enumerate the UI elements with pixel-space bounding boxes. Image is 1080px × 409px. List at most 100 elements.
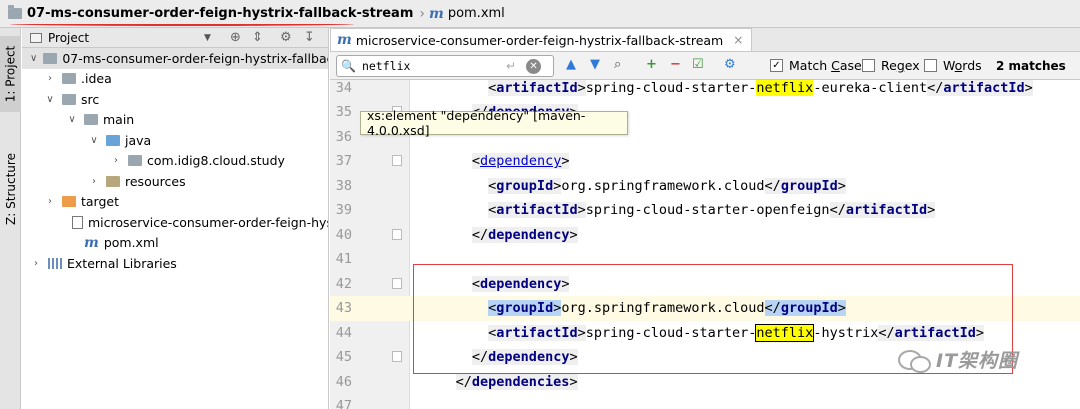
regex-checkbox[interactable]: Regex	[862, 58, 920, 73]
tag-name: dependencies	[471, 374, 570, 390]
tag-bracket: </	[927, 80, 944, 96]
tree-item[interactable]: › com.idig8.cloud.study	[22, 151, 328, 172]
gear-icon[interactable]: ⚙	[724, 57, 736, 72]
project-panel-title[interactable]: Project	[48, 31, 89, 45]
xml-open-tag: </dependencies>	[455, 374, 578, 390]
fold-marker-icon[interactable]	[392, 155, 402, 166]
folder-blue-icon	[43, 52, 58, 64]
watermark-text: IT架构圈	[936, 350, 1019, 372]
line-number: 41	[335, 251, 352, 267]
breadcrumb-file-label: pom.xml	[447, 6, 505, 21]
folder-java-icon	[106, 134, 120, 146]
code-line[interactable]: 39 <artifactId>spring-cloud-starter-openf…	[330, 198, 1080, 223]
element-tooltip: xs:element "dependency" [maven-4.0.0.xsd…	[360, 108, 628, 138]
find-all-icon[interactable]: ⌕	[614, 57, 621, 72]
select-all-occurrences-icon[interactable]: ☑	[692, 57, 704, 72]
line-number: 44	[335, 325, 352, 341]
tree-item-label: resources	[125, 173, 186, 189]
chevron-down-icon[interactable]: ▼	[204, 33, 211, 43]
match-case-checkbox[interactable]: ✓ Match Case	[770, 58, 862, 73]
tree-item[interactable]: ∨ main	[22, 110, 328, 131]
search-input[interactable]	[361, 59, 502, 73]
remove-selection-icon[interactable]: −	[670, 57, 681, 72]
tree-item[interactable]: › External Libraries	[22, 253, 328, 274]
tree-item[interactable]: m pom.xml	[22, 233, 328, 254]
chevron-right-icon[interactable]: ›	[30, 258, 42, 269]
chevron-down-icon[interactable]: ∨	[44, 94, 56, 105]
tag-name: dependency	[488, 227, 570, 243]
code-line[interactable]: 37 <dependency>	[330, 149, 1080, 174]
fold-marker-icon[interactable]	[392, 278, 402, 289]
tree-item[interactable]: microservice-consumer-order-feign-hystri…	[22, 212, 328, 233]
search-icon[interactable]: 🔍	[341, 59, 356, 73]
chevron-right-icon[interactable]: ›	[44, 196, 56, 207]
newline-icon[interactable]: ↵	[506, 59, 516, 73]
project-panel-header: Project ▼ ⊕ ⇕ ⚙ ↧	[22, 28, 328, 48]
add-selection-icon[interactable]: +	[646, 57, 657, 72]
code-line[interactable]: 38 <groupId>org.springframework.cloud</gr…	[330, 174, 1080, 199]
tag-bracket: </	[471, 227, 489, 243]
element-text: spring-cloud-starter-	[585, 80, 757, 96]
target-icon[interactable]: ⊕	[230, 30, 241, 45]
tree-item[interactable]: ∨ java	[22, 130, 328, 151]
project-panel: Project ▼ ⊕ ⇕ ⚙ ↧ ∨ 07-ms-consumer-order-…	[22, 28, 329, 409]
chevron-right-icon[interactable]: ›	[110, 155, 122, 166]
line-number: 35	[335, 104, 352, 120]
line-number: 37	[335, 153, 352, 169]
chevron-right-icon[interactable]: ›	[44, 73, 56, 84]
tree-item[interactable]: ∨ src	[22, 89, 328, 110]
tree-item[interactable]: ∨ 07-ms-consumer-order-feign-hystrix-fall…	[22, 48, 328, 69]
breadcrumb-file[interactable]: m pom.xml	[429, 0, 505, 28]
code-text: <dependency>	[471, 153, 570, 169]
fold-marker-icon[interactable]	[392, 229, 402, 240]
editor-tab-bar: m microservice-consumer-order-feign-hyst…	[330, 28, 1080, 52]
chevron-down-icon[interactable]: ∨	[88, 135, 100, 146]
tag-bracket: >	[569, 227, 578, 243]
tree-item[interactable]: › target	[22, 192, 328, 213]
gear-icon[interactable]: ⚙	[280, 30, 292, 45]
xml-open-tag: <dependency>	[471, 153, 570, 169]
chevron-down-icon[interactable]: ∨	[66, 114, 78, 125]
line-number: 47	[335, 398, 352, 409]
tree-item[interactable]: › resources	[22, 171, 328, 192]
code-line[interactable]: 40 </dependency>	[330, 223, 1080, 248]
left-tool-strip: 1: Project Z: Structure	[0, 28, 21, 409]
editor-tab-pom[interactable]: m microservice-consumer-order-feign-hyst…	[330, 28, 753, 51]
tag-bracket: >	[577, 80, 586, 96]
xml-close-tag: </groupId>	[764, 178, 846, 194]
find-bar: 🔍 ↵ ✕ ▲ ▼ ⌕ + − ☑ ⚙ ✓ Match Case Regex W…	[330, 52, 1080, 80]
tag-name: artifactId	[845, 202, 928, 218]
fold-marker-icon[interactable]	[392, 351, 402, 362]
chevron-right-icon[interactable]: ›	[88, 176, 100, 187]
clear-search-icon[interactable]: ✕	[526, 58, 542, 74]
tree-item-label: microservice-consumer-order-feign-hystri…	[88, 214, 328, 230]
libs-icon	[48, 257, 62, 269]
previous-occurrence-icon[interactable]: ▲	[566, 57, 576, 72]
code-text: <artifactId>spring-cloud-starter-openfei…	[488, 202, 936, 218]
regex-label: Regex	[881, 58, 920, 73]
element-text: -eureka-client	[813, 80, 928, 96]
code-text: <groupId>org.springframework.cloud</grou…	[488, 178, 846, 194]
tag-bracket: >	[1024, 80, 1033, 96]
element-text: org.springframework.cloud	[561, 178, 765, 194]
breadcrumb-separator: ›	[419, 5, 425, 22]
code-line[interactable]: 47	[330, 394, 1080, 409]
project-tree: ∨ 07-ms-consumer-order-feign-hystrix-fall…	[22, 48, 328, 274]
words-checkbox[interactable]: Words	[924, 58, 982, 73]
search-box: 🔍 ↵ ✕	[336, 55, 554, 77]
tag-bracket: >	[561, 153, 570, 169]
tag-bracket: >	[577, 202, 586, 218]
code-line[interactable]: 34 <artifactId>spring-cloud-starter-netfl…	[330, 80, 1080, 101]
tree-item[interactable]: › .idea	[22, 69, 328, 90]
tag-bracket: >	[837, 178, 846, 194]
tool-tab-structure[interactable]: Z: Structure	[0, 148, 21, 230]
xml-open-tag: <groupId>	[488, 178, 562, 194]
folder-orange-icon	[62, 196, 76, 208]
chevron-down-icon[interactable]: ∨	[30, 53, 37, 64]
collapse-all-icon[interactable]: ⇕	[252, 30, 263, 45]
close-icon[interactable]: ×	[733, 33, 743, 47]
hide-panel-icon[interactable]: ↧	[304, 30, 315, 45]
next-occurrence-icon[interactable]: ▼	[590, 57, 600, 72]
tool-tab-project[interactable]: 1: Project	[0, 36, 21, 112]
match-case-label: Match Case	[789, 58, 862, 73]
